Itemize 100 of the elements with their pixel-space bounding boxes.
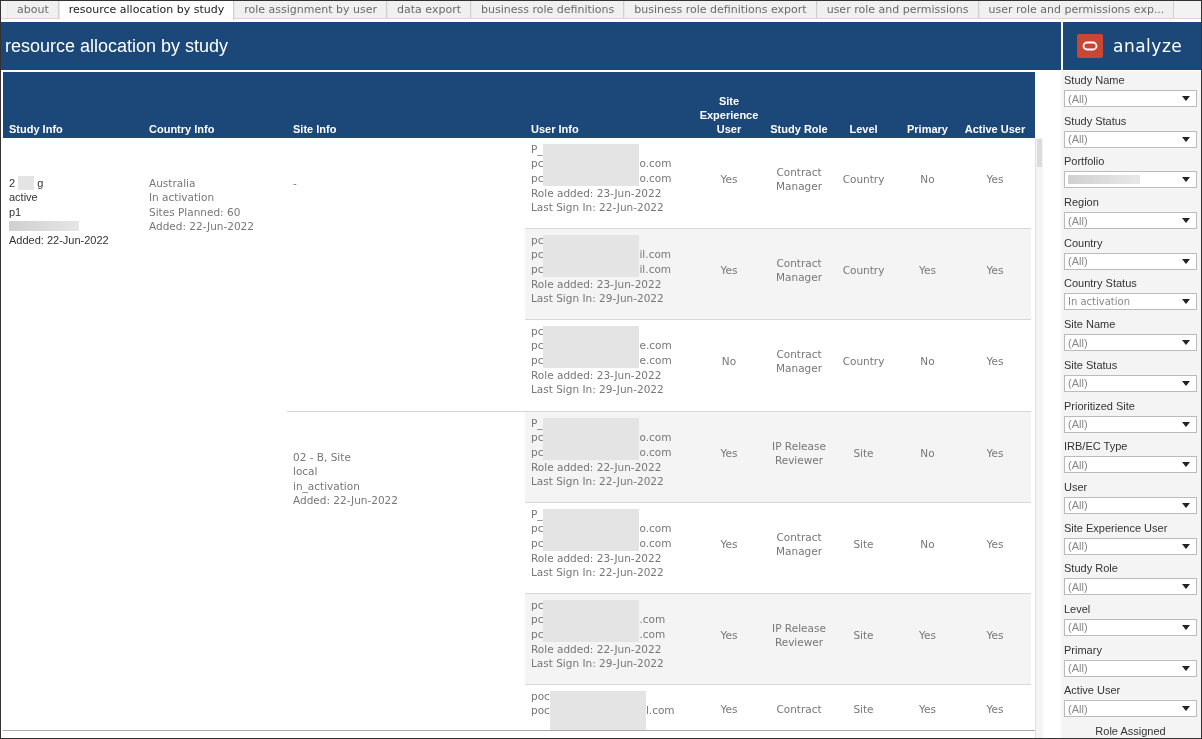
table-cell: Country <box>842 264 885 276</box>
study-info-text: g <box>37 176 44 191</box>
caret-icon <box>1182 96 1190 101</box>
country-info-text: In activation <box>149 190 216 205</box>
filter-label: Portfolio <box>1064 154 1106 169</box>
user-info-text: il.com <box>639 247 672 262</box>
user-info-text: pc <box>531 233 544 248</box>
caret-icon <box>1182 299 1190 305</box>
filter-dropdown[interactable]: (All) <box>1064 252 1197 270</box>
table-cell-text: Contract Manager <box>775 256 823 284</box>
filter-dropdown[interactable]: (All) <box>1064 415 1197 433</box>
table-cell: Yes <box>720 173 738 185</box>
country-info-text: Sites Planned: 60 <box>149 204 242 220</box>
column-header: User Info <box>530 122 580 137</box>
caret-icon <box>1182 177 1190 183</box>
caret-icon <box>1182 584 1190 590</box>
tab[interactable]: business role definitions export <box>624 1 817 18</box>
user-info-text: pc <box>531 598 544 613</box>
column-header: Primary <box>906 122 949 137</box>
tab[interactable]: data export <box>387 1 471 18</box>
tab[interactable]: business role definitions <box>470 1 625 18</box>
user-info-text: pc <box>531 338 544 353</box>
table-cell: Yes <box>986 447 1004 459</box>
table-cell: Contract <box>776 702 822 716</box>
tab[interactable]: resource allocation by study <box>58 1 235 20</box>
filter-label: Study Name <box>1064 73 1126 87</box>
filter-dropdown[interactable]: (All) <box>1064 90 1197 107</box>
filter-dropdown[interactable]: (All) <box>1064 700 1197 718</box>
table-cell: Yes <box>720 538 738 550</box>
filter-dropdown[interactable]: (All) <box>1064 496 1197 514</box>
table-cell-text: Contract Manager <box>775 165 823 193</box>
filter-dropdown[interactable]: (All) <box>1064 618 1197 636</box>
table-cell: Yes <box>919 703 936 715</box>
table-cell: Site <box>853 538 874 550</box>
user-info-text: Last Sign In: 29-Jun-2022 <box>531 656 665 671</box>
user-info-text: o.com <box>639 170 672 186</box>
filter-dropdown[interactable]: (All) <box>1064 456 1197 474</box>
tab[interactable]: user role and permissions <box>816 1 979 18</box>
table-cell: Yes <box>986 703 1004 715</box>
dashboard-title: resource allocation by study <box>1 22 1061 70</box>
filter-dropdown[interactable]: (All) <box>1064 212 1197 230</box>
caret-icon <box>1182 624 1190 630</box>
table-cell: Yes <box>986 538 1004 550</box>
site-info-text: local <box>293 464 319 479</box>
tab[interactable]: role assignment by user <box>234 1 388 18</box>
tab[interactable]: about <box>7 1 59 18</box>
user-info-text: o.com <box>639 156 672 171</box>
filter-label: Active User <box>1064 683 1122 698</box>
site-info-text: - <box>293 176 298 191</box>
table-cell: No <box>920 173 935 185</box>
filter-dropdown[interactable]: (All) <box>1064 537 1197 555</box>
filter-dropdown[interactable]: (All) <box>1064 578 1197 596</box>
filter-label: Primary <box>1064 642 1103 657</box>
user-info-text: pc <box>531 261 544 277</box>
filter-dropdown[interactable]: (All) <box>1064 130 1197 148</box>
user-info-text: Last Sign In: 22-Jun-2022 <box>531 474 665 489</box>
filter-dropdown[interactable] <box>1064 171 1197 189</box>
filter-label: IRB/EC Type <box>1064 439 1129 454</box>
filter-dropdown[interactable]: (All) <box>1064 334 1197 352</box>
study-info-text: p1 <box>9 204 23 220</box>
redaction-block <box>1068 175 1140 185</box>
table-cell: Yes <box>919 629 936 641</box>
user-info-text: pc <box>531 612 544 627</box>
user-info-text: o.com <box>639 430 672 445</box>
table-cell: No <box>920 355 935 367</box>
caret-icon <box>1182 543 1190 549</box>
filter-label: User <box>1064 479 1089 494</box>
study-info-text: active <box>9 190 39 205</box>
filter-label: Level <box>1064 601 1092 616</box>
user-info-text: Role added: 23-Jun-2022 <box>531 277 663 292</box>
filter-dropdown[interactable]: In activation <box>1064 293 1197 311</box>
caret-icon <box>1182 258 1190 264</box>
logo-text: analyze <box>1113 36 1183 56</box>
user-info-text: .com <box>639 612 666 627</box>
column-header: Level <box>848 122 879 137</box>
filter-label: Country Status <box>1064 276 1138 291</box>
country-info-text: Australia <box>149 176 197 191</box>
table-cell-text: Contract Manager <box>775 347 823 375</box>
column-header: Study Role <box>769 122 829 137</box>
user-info-text: poc <box>531 689 550 704</box>
user-info-text: e.com <box>639 352 672 368</box>
user-info-text: Role added: 23-Jun-2022 <box>531 186 663 201</box>
table-cell: Yes <box>986 629 1004 641</box>
user-info-text: pc <box>531 170 544 186</box>
user-info-text: e.com <box>639 338 672 353</box>
scrollbar[interactable] <box>1035 138 1043 738</box>
filter-label: Prioritized Site <box>1064 398 1136 413</box>
user-info-text: pc <box>531 324 544 339</box>
tab[interactable]: user role and permissions exp... <box>978 1 1175 18</box>
filter-dropdown[interactable]: (All) <box>1064 374 1197 392</box>
user-info-text: poc <box>531 703 550 718</box>
filter-dropdown[interactable]: (All) <box>1064 659 1197 677</box>
table-cell: Yes <box>720 264 738 276</box>
country-info-text: Added: 22-Jun-2022 <box>149 219 255 234</box>
user-info-text: o.com <box>639 444 672 460</box>
study-info-text: Added: 22-Jun-2022 <box>9 233 110 248</box>
user-info-text: Role added: 23-Jun-2022 <box>531 551 663 566</box>
site-info-text: 02 - B, Site <box>293 450 352 465</box>
caret-icon <box>1182 421 1190 427</box>
user-info-text: .com <box>639 626 666 642</box>
